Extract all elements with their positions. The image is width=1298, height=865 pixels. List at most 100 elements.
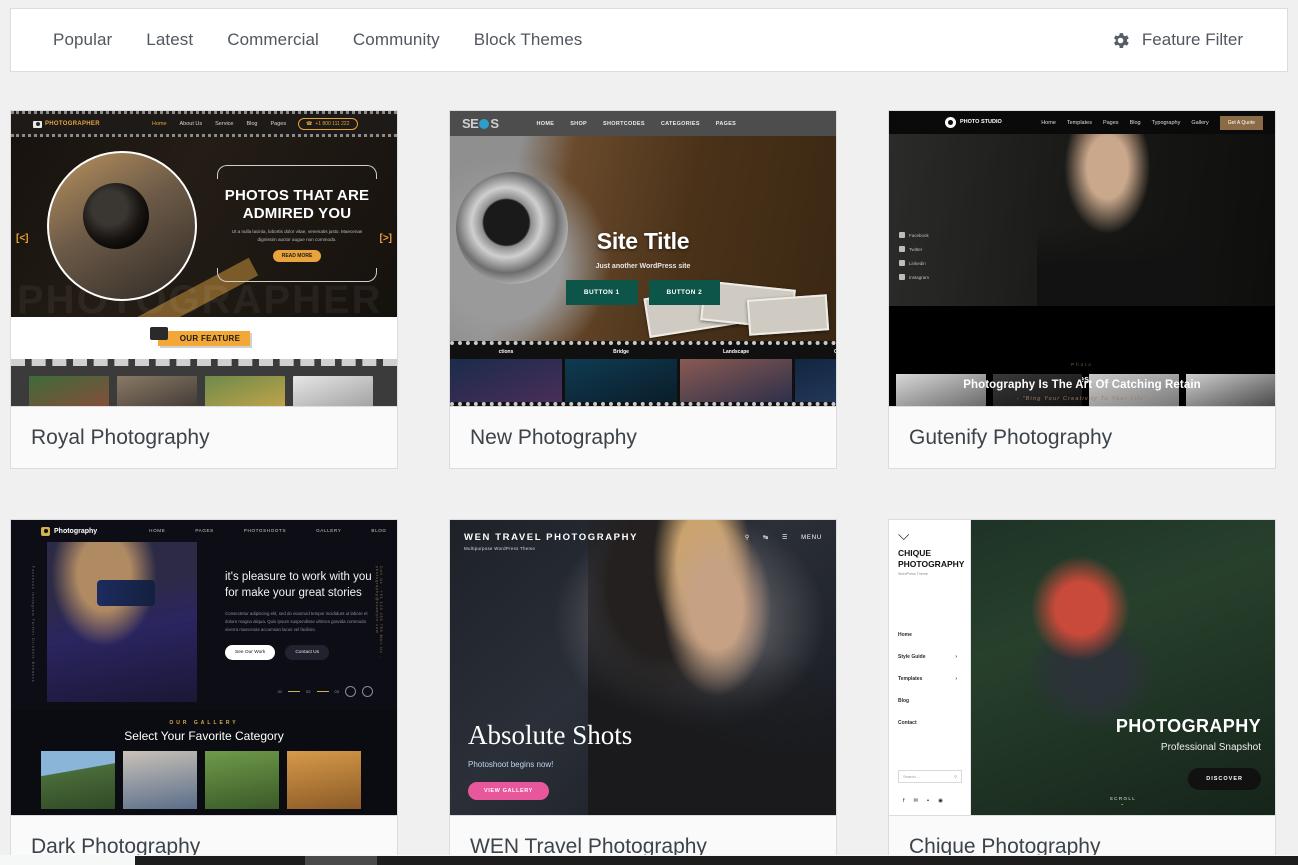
preview-filmstrip: ctions Bridge Landscape Constructions <box>450 341 836 406</box>
theme-card-chique-photography[interactable]: PHOTOGRAPHY Professional Snapshot DISCOV… <box>888 519 1276 865</box>
preview-hero-copy: it's pleasure to work with you for make … <box>225 570 375 661</box>
nav-item: Home <box>898 632 912 639</box>
preview-hero-copy: PHOTOS THAT ARE ADMIRED YOU Ut a nulla l… <box>211 165 383 282</box>
filter-link-popular[interactable]: Popular <box>53 30 112 50</box>
preview-buttons: BUTTON 1 BUTTON 2 <box>450 280 836 305</box>
preview-sidebar: ⌵ CHIQUE PHOTOGRAPHY WordPress Theme Hom… <box>889 520 971 815</box>
scrollbar-track[interactable] <box>135 856 1298 865</box>
preview-logo: CHIQUE PHOTOGRAPHY <box>898 548 965 569</box>
logo-dot-icon <box>479 118 490 129</box>
thumb <box>293 376 373 406</box>
preview-hero: PHOTOGRAPHER PHOTOS THAT ARE ADMIRED YOU… <box>11 137 397 317</box>
preview-feature-band: OUR FEATURE <box>11 317 397 359</box>
chevron-right-icon: › <box>955 676 957 683</box>
preview-scroll-hint: SCROLL ⌄ <box>971 796 1275 807</box>
nav-item: Templates › <box>898 676 957 683</box>
preview-filmstrip <box>11 359 397 406</box>
theme-title-bar: Gutenify Photography <box>889 406 1275 468</box>
thumb <box>205 376 285 406</box>
theme-card-dark-photography[interactable]: Photography HOME PAGES PHOTOSHOOTS GALLE… <box>10 519 398 865</box>
preview-button-work: See Our Work <box>225 645 276 661</box>
filter-link-community[interactable]: Community <box>353 30 440 50</box>
preview-tagline: - "Bing Your Creativity To Your Life" <box>1016 396 1148 402</box>
preview-logo: SE S <box>462 116 499 131</box>
film-cell: ctions <box>450 347 562 402</box>
chevron-down-icon: ⌄ <box>1120 801 1126 806</box>
scrollbar-thumb[interactable] <box>305 856 377 865</box>
preview-search-box: Search ... ⚲ <box>898 770 962 783</box>
slider-next-icon <box>362 686 373 697</box>
preview-side-social: Facebook Instagram Twitter Dribbble Beha… <box>31 566 35 683</box>
preview-lower-section: Photo ◆Our Latest Work◆ <box>889 306 1275 406</box>
preview-navbar: PHOTOGRAPHER Home About Us Service Blog … <box>11 111 397 137</box>
theme-filter-bar: Popular Latest Commercial Community Bloc… <box>10 8 1288 72</box>
theme-screenshot[interactable]: Photography HOME PAGES PHOTOSHOOTS GALLE… <box>11 520 397 815</box>
facebook-icon <box>899 232 905 238</box>
film-cell: Bridge <box>565 347 677 402</box>
preview-gallery-title: Select Your Favorite Category <box>124 729 284 743</box>
carousel-next-icon: [>] <box>379 233 393 244</box>
preview-social-list: Facebook Twitter Linkedin Instagram <box>899 232 929 280</box>
preview-cta-button: DISCOVER <box>1188 768 1261 790</box>
youtube-icon: ▪ <box>927 798 930 804</box>
theme-card-royal-photography[interactable]: PHOTOGRAPHER Home About Us Service Blog … <box>10 110 398 469</box>
preview-button-1: BUTTON 1 <box>565 280 638 305</box>
preview-hero: Site Title Just another WordPress site B… <box>450 136 836 341</box>
preview-nav-links: Home Templates Pages Blog Typography Gal… <box>1041 115 1263 130</box>
nav-item: Blog <box>898 698 910 705</box>
feature-filter-button[interactable]: Feature Filter <box>1110 30 1267 51</box>
preview-buttons: See Our Work Contact Us <box>225 645 375 661</box>
film-cell: Constructions <box>795 347 836 402</box>
category-tile: Sports <box>205 751 279 815</box>
preview-nav-links: HOME SHOP SHORTCODES CATEGORIES PAGES <box>536 120 737 127</box>
theme-screenshot[interactable]: WEN TRAVEL PHOTOGRAPHY Multipurpose Word… <box>450 520 836 815</box>
filter-link-block-themes[interactable]: Block Themes <box>474 30 583 50</box>
bracket-top <box>217 165 377 179</box>
theme-card-new-photography[interactable]: SE S HOME SHOP SHORTCODES CATEGORIES PAGE… <box>449 110 837 469</box>
theme-title-bar: Royal Photography <box>11 406 397 468</box>
horizontal-scrollbar[interactable] <box>0 855 1298 865</box>
theme-screenshot[interactable]: PHOTOGRAPHER Home About Us Service Blog … <box>11 111 397 406</box>
filter-link-commercial[interactable]: Commercial <box>227 30 319 50</box>
preview-heading: Absolute Shots <box>468 720 633 750</box>
feature-filter-label: Feature Filter <box>1141 30 1243 49</box>
chevron-right-icon: › <box>955 654 957 661</box>
preview-gallery-section: OUR GALLERY Select Your Favorite Categor… <box>11 710 397 815</box>
preview-site-title: Site Title <box>596 228 690 254</box>
bracket-bottom <box>217 267 377 282</box>
share-icon: ↹ <box>763 535 769 541</box>
preview-tagline: Professional Snapshot <box>1160 742 1261 753</box>
preview-logo: PHOTO STUDIO <box>945 117 1002 128</box>
preview-toolbar: ⚲ ↹ ☰ MENU <box>745 534 822 542</box>
preview-logo: PHOTOGRAPHER <box>33 120 100 128</box>
preview-hero: PHOTOGRAPHY Professional Snapshot DISCOV… <box>971 520 1275 815</box>
phone-icon: ☎ <box>306 121 313 127</box>
preview-model-photo <box>1037 134 1197 306</box>
preview-cta-button: VIEW GALLERY <box>468 782 549 800</box>
preview-heading: PHOTOGRAPHY <box>1115 716 1261 736</box>
theme-card-gutenify-photography[interactable]: Photo ◆Our Latest Work◆ Facebook <box>888 110 1276 469</box>
theme-title: Gutenify Photography <box>909 425 1113 449</box>
preview-sublogo: WordPress Theme <box>898 572 928 577</box>
theme-screenshot[interactable]: SE S HOME SHOP SHORTCODES CATEGORIES PAGE… <box>450 111 836 406</box>
preview-navbar: Photography HOME PAGES PHOTOSHOOTS GALLE… <box>11 520 397 542</box>
carousel-prev-icon: [<] <box>16 233 29 244</box>
preview-paragraph: Ut a nulla lacinia, lobortis dolor vitae… <box>231 229 363 243</box>
theme-screenshot[interactable]: Photo ◆Our Latest Work◆ Facebook <box>889 111 1275 406</box>
nav-item: Contact <box>898 720 917 727</box>
instagram-icon: ◉ <box>938 798 943 804</box>
filter-link-latest[interactable]: Latest <box>146 30 193 50</box>
theme-title: Royal Photography <box>31 425 210 449</box>
theme-card-wen-travel-photography[interactable]: WEN TRAVEL PHOTOGRAPHY Multipurpose Word… <box>449 519 837 865</box>
theme-browser-page: Popular Latest Commercial Community Bloc… <box>0 0 1298 865</box>
preview-tagline: Photoshoot begins now! <box>468 760 554 769</box>
menu-label: MENU <box>801 534 822 541</box>
twitter-icon <box>899 246 905 252</box>
preview-logo: WEN TRAVEL PHOTOGRAPHY Multipurpose Word… <box>464 532 639 551</box>
preview-tagline: Just another WordPress site <box>595 263 691 270</box>
brand-mark-icon: ⌵ <box>898 527 909 544</box>
theme-screenshot[interactable]: PHOTOGRAPHY Professional Snapshot DISCOV… <box>889 520 1275 815</box>
filter-link-group: Popular Latest Commercial Community Bloc… <box>53 30 582 50</box>
preview-social-icons: f ✉ ▪ ◉ <box>903 798 943 804</box>
preview-slider-controls: 01 02 03 <box>278 686 373 697</box>
